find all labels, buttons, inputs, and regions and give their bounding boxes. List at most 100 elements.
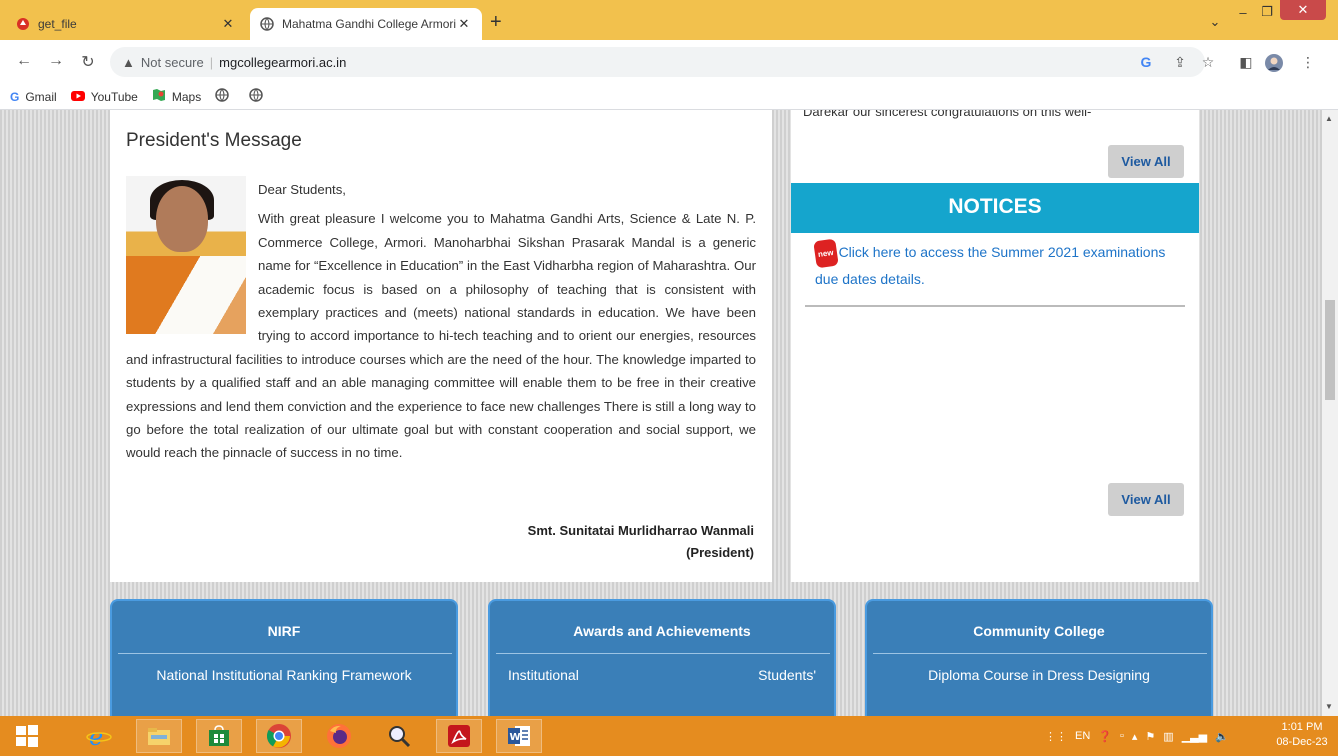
web-page: President's Message Dear Students, With … (0, 110, 1322, 716)
tab-get-file[interactable]: get_file ✕ (6, 8, 246, 40)
bookmark-gmail[interactable]: G Gmail (10, 90, 57, 104)
show-hidden-icons-chevron-icon[interactable]: ▴ (1132, 730, 1138, 743)
notices-view-all-button[interactable]: View All (1108, 483, 1184, 516)
signature: Smt. Sunitatai Murlidharrao Wanmali (Pre… (528, 520, 754, 564)
bookmarks-bar: G Gmail YouTube Maps (0, 84, 1338, 110)
notification-icon[interactable]: ▫ (1120, 730, 1124, 742)
acrobat-reader-icon[interactable] (436, 719, 482, 753)
card-divider (873, 653, 1207, 654)
news-snippet: Darekar our sincerest congratulations on… (803, 110, 1092, 119)
tab-strip: get_file ✕ Mahatma Gandhi College Armori… (0, 0, 1338, 40)
notice-divider (805, 305, 1185, 307)
chrome-icon[interactable] (256, 719, 302, 753)
network-icon[interactable]: ▥ (1163, 730, 1173, 743)
maximize-button[interactable]: ❐ (1256, 0, 1278, 24)
clock-time: 1:01 PM (1281, 721, 1323, 733)
address-bar[interactable]: ▲ Not secure | mgcollegearmori.ac.in (110, 47, 1205, 77)
browser-toolbar: ← → ↻ ▲ Not secure | mgcollegearmori.ac.… (0, 40, 1338, 84)
card-subtitle[interactable]: National Institutional Ranking Framework (112, 667, 456, 683)
card-community-college[interactable]: Community College Diploma Course in Dres… (865, 599, 1213, 716)
pdf-favicon-icon (16, 17, 30, 31)
word-icon[interactable]: W (496, 719, 542, 753)
tab-title: get_file (38, 17, 77, 31)
notice-text[interactable]: Click here to access the Summer 2021 exa… (815, 244, 1165, 287)
tab-mg-college[interactable]: Mahatma Gandhi College Armori ✕ (250, 8, 482, 40)
internet-explorer-icon[interactable]: e (76, 719, 122, 753)
globe-icon (249, 88, 263, 105)
language-indicator[interactable]: EN (1075, 730, 1090, 742)
flag-icon[interactable]: ⚑ (1145, 730, 1155, 743)
scroll-down-arrow-icon[interactable]: ▼ (1325, 702, 1333, 711)
bookmark-label: Maps (171, 89, 202, 104)
reload-icon[interactable]: ↻ (78, 52, 98, 72)
windows-taskbar: e W ⋮⋮ EN ❓ ▫ ▴ ⚑ ▥ ▁▃▅ 🔈 1:01 PM 08-Dec… (0, 716, 1338, 756)
signal-icon[interactable]: ▁▃▅ (1182, 730, 1207, 743)
tray-handle-icon: ⋮⋮ (1045, 730, 1067, 743)
maps-icon (152, 88, 166, 105)
tab-close-icon[interactable]: ✕ (220, 16, 236, 32)
warning-icon[interactable]: ▲ (122, 55, 135, 70)
news-notices-panel: Darekar our sincerest congratulations on… (791, 110, 1199, 582)
tab-title: Mahatma Gandhi College Armori (282, 17, 456, 31)
bookmark-youtube[interactable]: YouTube (70, 89, 138, 104)
card-title: Community College (973, 623, 1105, 639)
address-separator: | (209, 54, 214, 70)
store-icon[interactable] (196, 719, 242, 753)
scroll-up-arrow-icon[interactable]: ▲ (1325, 114, 1333, 123)
news-view-all-button[interactable]: View All (1108, 145, 1184, 178)
new-tab-button[interactable]: + (490, 12, 502, 32)
search-magnifier-icon[interactable] (376, 719, 422, 753)
presidents-message-panel: President's Message Dear Students, With … (110, 110, 772, 582)
svg-text:e: e (89, 723, 103, 749)
youtube-icon (70, 90, 85, 104)
card-title: NIRF (267, 623, 301, 639)
globe-icon (215, 88, 229, 105)
tab-close-icon[interactable]: ✕ (456, 16, 472, 32)
card-title: Awards and Achievements (573, 623, 751, 639)
close-window-button[interactable]: ✕ (1280, 0, 1326, 20)
help-icon[interactable]: ❓ (1098, 730, 1112, 743)
system-tray: ⋮⋮ EN ❓ ▫ ▴ ⚑ ▥ ▁▃▅ 🔈 (1045, 716, 1237, 756)
card-awards[interactable]: Awards and Achievements Institutional St… (488, 599, 836, 716)
notices-heading: NOTICES (791, 183, 1199, 233)
signature-name: Smt. Sunitatai Murlidharrao Wanmali (527, 523, 754, 538)
scrollbar-thumb[interactable] (1325, 300, 1335, 400)
minimize-button[interactable]: – (1232, 0, 1254, 24)
security-label: Not secure (140, 54, 204, 70)
notice-link[interactable]: new Click here to access the Summer 2021 … (813, 238, 1175, 292)
presidents-message-body: Dear Students, With great pleasure I wel… (126, 178, 756, 471)
card-divider (118, 653, 452, 654)
google-lens-icon[interactable]: G (1136, 54, 1156, 70)
card-divider (496, 653, 830, 654)
signature-role: (President) (686, 545, 754, 560)
vertical-scrollbar[interactable]: ▲ ▼ (1322, 110, 1338, 716)
globe-icon (260, 17, 274, 31)
bookmark-maps[interactable]: Maps (152, 88, 201, 105)
google-icon: G (10, 89, 20, 104)
svg-text:W: W (510, 732, 521, 743)
presidents-message-heading: President's Message (126, 130, 302, 151)
url-text[interactable]: mgcollegearmori.ac.in (219, 55, 346, 70)
tab-search-chevron-icon[interactable]: ⌄ (1200, 10, 1230, 34)
taskbar-clock[interactable]: 1:01 PM 08-Dec-23 (1270, 720, 1334, 750)
clock-date: 08-Dec-23 (1276, 736, 1328, 748)
bookmark-globe-2[interactable] (249, 88, 269, 105)
side-panel-icon[interactable]: ◧ (1236, 54, 1256, 71)
card-nirf[interactable]: NIRF National Institutional Ranking Fram… (110, 599, 458, 716)
card-link-institutional[interactable]: Institutional (508, 667, 579, 683)
card-link-students[interactable]: Students' (758, 667, 816, 683)
menu-kebab-icon[interactable]: ⋮ (1298, 54, 1318, 71)
file-explorer-icon[interactable] (136, 719, 182, 753)
profile-avatar-icon[interactable] (1264, 54, 1284, 75)
bookmark-label: YouTube (90, 89, 138, 104)
start-windows-icon[interactable] (4, 719, 50, 753)
share-icon[interactable]: ⇪ (1170, 54, 1190, 71)
bookmark-star-icon[interactable]: ☆ (1198, 54, 1218, 71)
volume-icon[interactable]: 🔈 (1215, 730, 1229, 743)
new-badge-icon: new (813, 238, 839, 269)
back-arrow-icon[interactable]: ← (14, 52, 34, 70)
bookmark-globe-1[interactable] (215, 88, 235, 105)
card-subtitle[interactable]: Diploma Course in Dress Designing (867, 667, 1211, 683)
firefox-icon[interactable] (316, 719, 362, 753)
forward-arrow-icon[interactable]: → (46, 52, 66, 70)
